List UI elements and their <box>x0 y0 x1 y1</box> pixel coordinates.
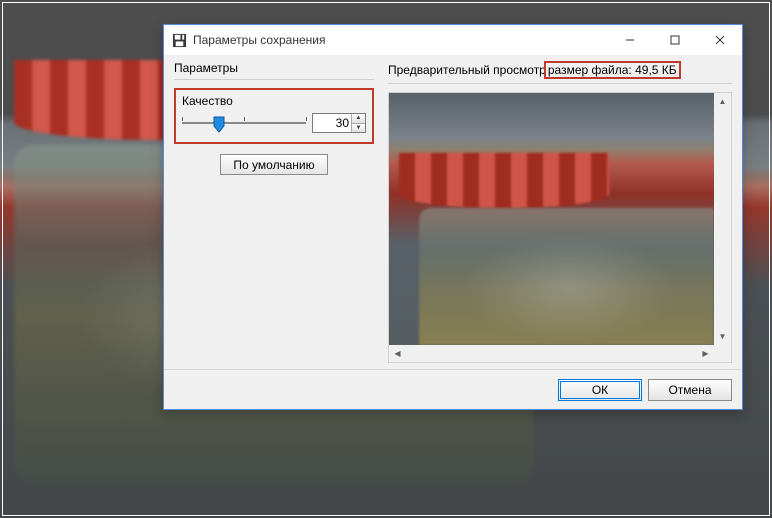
scroll-corner <box>714 345 731 362</box>
filesize-highlight: размер файла: 49,5 КБ <box>544 61 681 79</box>
horizontal-scroll-track[interactable] <box>406 345 697 362</box>
maximize-button[interactable] <box>652 25 697 55</box>
dialog-footer: ОК Отмена <box>164 369 742 409</box>
vertical-scrollbar[interactable]: ▲ ▼ <box>714 93 731 345</box>
quality-input[interactable] <box>313 114 351 132</box>
scroll-right-button[interactable]: ▶ <box>697 345 714 362</box>
quality-value-box: ▲ ▼ <box>312 113 366 133</box>
scroll-up-button[interactable]: ▲ <box>714 93 731 110</box>
quality-label: Качество <box>182 94 366 108</box>
save-icon <box>172 33 187 48</box>
scroll-left-button[interactable]: ◀ <box>389 345 406 362</box>
dialog-client-area: Параметры Качество <box>164 55 742 369</box>
vertical-scroll-track[interactable] <box>714 110 731 328</box>
preview-panel: Предварительный просмотр размер файла: 4… <box>388 61 732 363</box>
cancel-button[interactable]: Отмена <box>648 379 732 401</box>
scroll-down-button[interactable]: ▼ <box>714 328 731 345</box>
slider-thumb[interactable] <box>213 116 225 132</box>
window-title: Параметры сохранения <box>193 33 607 47</box>
preview-box: ▲ ▼ ◀ ▶ <box>388 92 732 363</box>
ok-button[interactable]: ОК <box>558 379 642 401</box>
quality-step-up[interactable]: ▲ <box>352 114 365 123</box>
minimize-button[interactable] <box>607 25 652 55</box>
parameters-panel: Параметры Качество <box>174 61 374 363</box>
quality-step-down[interactable]: ▼ <box>352 123 365 133</box>
parameters-header: Параметры <box>174 61 374 80</box>
horizontal-scrollbar[interactable]: ◀ ▶ <box>389 345 714 362</box>
default-button[interactable]: По умолчанию <box>220 154 327 175</box>
preview-header: Предварительный просмотр размер файла: 4… <box>388 61 732 84</box>
titlebar[interactable]: Параметры сохранения <box>164 25 742 55</box>
preview-header-text: Предварительный просмотр <box>388 63 546 77</box>
save-options-dialog: Параметры сохранения Параметры Качество <box>163 24 743 410</box>
quality-slider[interactable] <box>182 112 306 134</box>
close-button[interactable] <box>697 25 742 55</box>
preview-image[interactable] <box>389 93 714 345</box>
quality-group-highlight: Качество <box>174 88 374 144</box>
